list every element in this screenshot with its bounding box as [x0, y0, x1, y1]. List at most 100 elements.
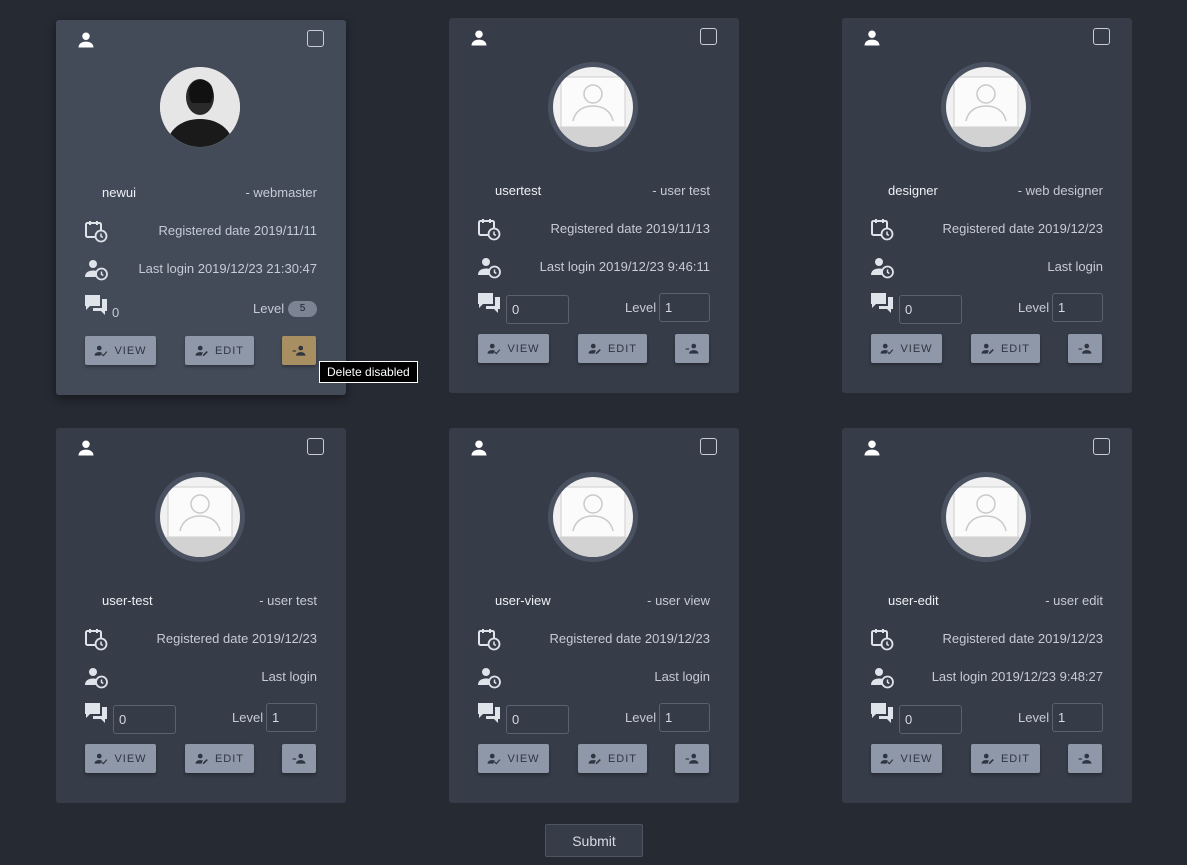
level-input[interactable]: [659, 293, 710, 322]
level-input[interactable]: [1052, 703, 1103, 732]
messages-icon: [871, 703, 893, 723]
user-check-icon: [95, 753, 108, 765]
edit-label: EDIT: [1000, 342, 1031, 355]
user-card-user-view: user-view - user view Registered date 20…: [449, 428, 739, 803]
view-label: VIEW: [900, 342, 933, 355]
last-login: Last login: [1047, 259, 1103, 274]
messages-icon: [478, 703, 500, 723]
user-edit-icon: [588, 753, 601, 764]
user-name: designer: [888, 183, 938, 198]
user-check-icon: [488, 343, 501, 355]
user-role: - user view: [647, 593, 710, 608]
delete-user-button[interactable]: [675, 744, 709, 773]
view-button[interactable]: VIEW: [478, 744, 549, 773]
user-clock-icon: [871, 668, 894, 689]
user-icon: [471, 30, 487, 46]
user-name: newui: [102, 185, 136, 200]
delete-user-button[interactable]: [1068, 334, 1102, 363]
messages-icon: [478, 293, 500, 313]
level-label: Level: [1018, 300, 1050, 315]
edit-label: EDIT: [214, 752, 245, 765]
view-label: VIEW: [507, 752, 540, 765]
view-button[interactable]: VIEW: [478, 334, 549, 363]
user-check-icon: [488, 753, 501, 765]
user-name: usertest: [495, 183, 542, 198]
registered-date: Registered date 2019/11/13: [550, 221, 711, 236]
edit-button[interactable]: EDIT: [971, 334, 1040, 363]
user-card-designer: designer - web designer Registered date …: [842, 18, 1132, 393]
edit-label: EDIT: [607, 342, 638, 355]
delete-user-button[interactable]: [282, 744, 316, 773]
user-clock-icon: [85, 668, 108, 689]
user-edit-icon: [588, 343, 601, 354]
last-login: Last login: [261, 669, 317, 684]
user-role: - user edit: [1045, 593, 1103, 608]
user-name: user-view: [495, 593, 551, 608]
user-edit-icon: [981, 753, 994, 764]
avatar: [548, 472, 638, 562]
edit-button[interactable]: EDIT: [578, 334, 647, 363]
avatar: [160, 67, 240, 147]
edit-button[interactable]: EDIT: [185, 744, 254, 773]
edit-button[interactable]: EDIT: [578, 744, 647, 773]
view-button[interactable]: VIEW: [871, 744, 942, 773]
registered-date: Registered date 2019/12/23: [942, 631, 1103, 646]
user-role: - user test: [259, 593, 317, 608]
calendar-clock-icon: [85, 221, 108, 243]
level-input[interactable]: [659, 703, 710, 732]
last-login: Last login: [654, 669, 710, 684]
level-input[interactable]: [266, 703, 317, 732]
message-count: 0: [112, 305, 120, 320]
edit-button[interactable]: EDIT: [185, 336, 254, 365]
select-checkbox[interactable]: [1093, 28, 1110, 45]
user-check-icon: [881, 753, 894, 765]
messages-icon: [871, 293, 893, 313]
select-checkbox[interactable]: [700, 438, 717, 455]
messages-input[interactable]: [899, 295, 962, 324]
delete-user-button[interactable]: [675, 334, 709, 363]
user-minus-icon: [292, 753, 306, 764]
select-checkbox[interactable]: [1093, 438, 1110, 455]
messages-input[interactable]: [506, 295, 569, 324]
delete-user-button[interactable]: [282, 336, 316, 365]
submit-button[interactable]: Submit: [545, 824, 643, 857]
view-label: VIEW: [114, 752, 147, 765]
view-button[interactable]: VIEW: [85, 744, 156, 773]
level-label: Level: [253, 301, 285, 316]
level-input[interactable]: [1052, 293, 1103, 322]
user-minus-icon: [685, 753, 699, 764]
view-button[interactable]: VIEW: [85, 336, 156, 365]
registered-date: Registered date 2019/12/23: [156, 631, 317, 646]
level-label: Level: [1018, 710, 1050, 725]
registered-date: Registered date 2019/12/23: [549, 631, 710, 646]
avatar: [941, 472, 1031, 562]
messages-input[interactable]: [113, 705, 176, 734]
calendar-clock-icon: [85, 629, 108, 651]
user-minus-icon: [685, 343, 699, 354]
user-edit-icon: [195, 753, 208, 764]
user-check-icon: [881, 343, 894, 355]
select-checkbox[interactable]: [307, 30, 324, 47]
last-login: Last login 2019/12/23 21:30:47: [138, 261, 317, 276]
last-login: Last login 2019/12/23 9:46:11: [539, 259, 710, 274]
calendar-clock-icon: [871, 219, 894, 241]
messages-input[interactable]: [899, 705, 962, 734]
delete-disabled-tooltip: Delete disabled: [319, 361, 418, 383]
view-label: VIEW: [900, 752, 933, 765]
view-label: VIEW: [507, 342, 540, 355]
avatar: [155, 472, 245, 562]
view-button[interactable]: VIEW: [871, 334, 942, 363]
user-clock-icon: [85, 260, 108, 281]
user-name: user-test: [102, 593, 153, 608]
calendar-clock-icon: [478, 219, 501, 241]
level-badge: 5: [288, 301, 317, 317]
edit-button[interactable]: EDIT: [971, 744, 1040, 773]
user-icon: [864, 440, 880, 456]
select-checkbox[interactable]: [700, 28, 717, 45]
messages-input[interactable]: [506, 705, 569, 734]
registered-date: Registered date 2019/12/23: [942, 221, 1103, 236]
calendar-clock-icon: [871, 629, 894, 651]
avatar: [941, 62, 1031, 152]
delete-user-button[interactable]: [1068, 744, 1102, 773]
select-checkbox[interactable]: [307, 438, 324, 455]
